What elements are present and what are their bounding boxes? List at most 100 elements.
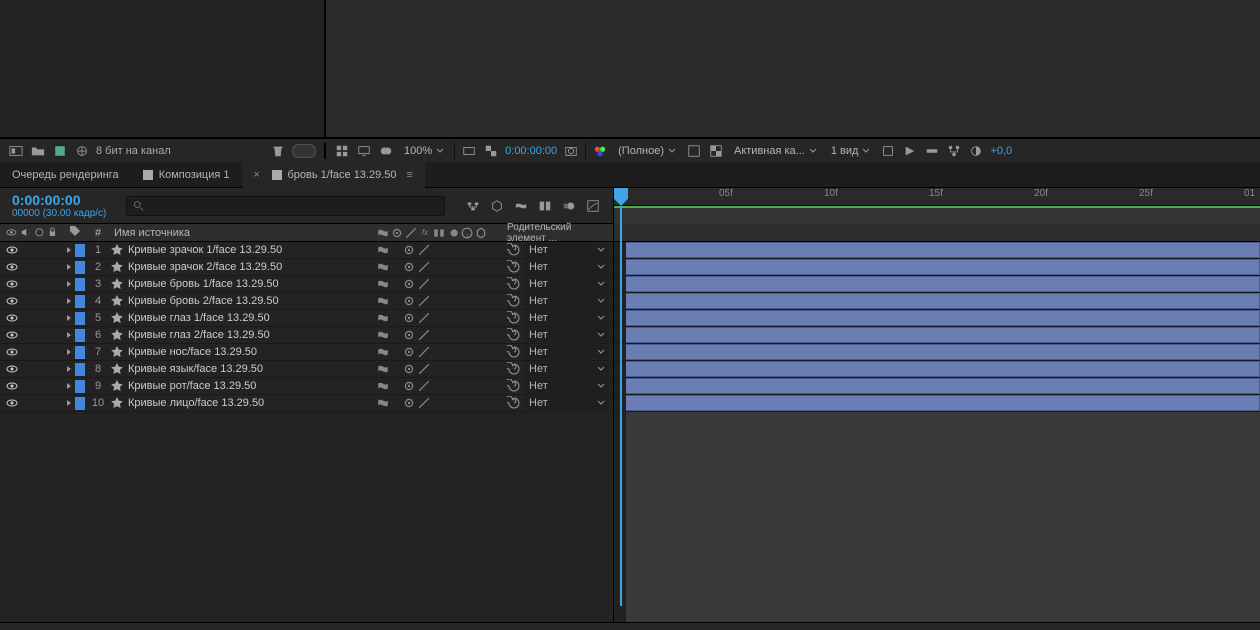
- quality-toggle[interactable]: [418, 244, 430, 256]
- layer-name[interactable]: Кривые лицо/face 13.29.50: [124, 397, 373, 409]
- layer-color-label[interactable]: [75, 363, 85, 376]
- reset-exposure-icon[interactable]: [968, 143, 984, 159]
- layer-name[interactable]: Кривые глаз 1/face 13.29.50: [124, 312, 373, 324]
- visibility-toggle[interactable]: [6, 295, 18, 307]
- expand-arrow-icon[interactable]: [65, 280, 73, 288]
- expand-arrow-icon[interactable]: [65, 348, 73, 356]
- layer-row[interactable]: 3 Кривые бровь 1/face 13.29.50 Нет: [0, 276, 1260, 293]
- layer-switches[interactable]: [373, 346, 503, 358]
- adjustment-icon[interactable]: [74, 143, 90, 159]
- layer-color-label[interactable]: [75, 312, 85, 325]
- layer-switches[interactable]: [373, 278, 503, 290]
- visibility-toggle[interactable]: [6, 329, 18, 341]
- quality-toggle[interactable]: [418, 380, 430, 392]
- visibility-header-icon[interactable]: [6, 227, 17, 239]
- collapse-toggle[interactable]: [403, 380, 415, 392]
- expand-arrow-icon[interactable]: [65, 246, 73, 254]
- visibility-toggle[interactable]: [6, 261, 18, 273]
- name-header[interactable]: Имя источника: [110, 227, 373, 239]
- timeline-icon[interactable]: [924, 143, 940, 159]
- layer-name[interactable]: Кривые бровь 1/face 13.29.50: [124, 278, 373, 290]
- collapse-toggle[interactable]: [403, 329, 415, 341]
- layer-duration-bar[interactable]: [626, 395, 1260, 411]
- collapse-toggle[interactable]: [403, 346, 415, 358]
- parent-dropdown[interactable]: Нет: [525, 277, 609, 291]
- shy-toggle[interactable]: [377, 329, 389, 341]
- expand-arrow-icon[interactable]: [65, 399, 73, 407]
- layer-row[interactable]: 8 Кривые язык/face 13.29.50 Нет: [0, 361, 1260, 378]
- layer-switches[interactable]: [373, 363, 503, 375]
- composition-icon[interactable]: [52, 143, 68, 159]
- parent-dropdown[interactable]: Нет: [525, 379, 609, 393]
- visibility-toggle[interactable]: [6, 312, 18, 324]
- motion-blur-icon[interactable]: [561, 198, 577, 214]
- pickwhip-icon[interactable]: [507, 379, 521, 393]
- resolution-dropdown[interactable]: (Полное): [614, 142, 680, 160]
- quality-toggle[interactable]: [418, 312, 430, 324]
- shy-toggle[interactable]: [377, 380, 389, 392]
- quality-toggle[interactable]: [418, 261, 430, 273]
- lock-header-icon[interactable]: [47, 227, 58, 239]
- visibility-toggle[interactable]: [6, 380, 18, 392]
- layer-search[interactable]: [126, 196, 445, 216]
- layer-switches[interactable]: [373, 312, 503, 324]
- layer-duration-bar[interactable]: [626, 259, 1260, 275]
- shy-toggle[interactable]: [377, 312, 389, 324]
- close-icon[interactable]: ×: [254, 169, 266, 181]
- tab-menu-icon[interactable]: ≡: [407, 169, 413, 181]
- views-dropdown[interactable]: 1 вид: [827, 142, 875, 160]
- composition-viewer[interactable]: [326, 0, 1260, 137]
- pickwhip-icon[interactable]: [507, 260, 521, 274]
- quality-toggle[interactable]: [418, 295, 430, 307]
- expand-arrow-icon[interactable]: [65, 365, 73, 373]
- shy-toggle[interactable]: [377, 244, 389, 256]
- layer-name[interactable]: Кривые глаз 2/face 13.29.50: [124, 329, 373, 341]
- pickwhip-icon[interactable]: [507, 345, 521, 359]
- current-time-display[interactable]: 0:00:00:00 00000 (30.00 кадр/с): [0, 192, 118, 219]
- layer-duration-bar[interactable]: [626, 344, 1260, 360]
- layer-switches[interactable]: [373, 397, 503, 409]
- layer-duration-bar[interactable]: [626, 242, 1260, 258]
- layer-row[interactable]: 6 Кривые глаз 2/face 13.29.50 Нет: [0, 327, 1260, 344]
- layer-switches[interactable]: [373, 329, 503, 341]
- layer-duration-bar[interactable]: [626, 327, 1260, 343]
- shy-toggle[interactable]: [377, 363, 389, 375]
- bit-depth-label[interactable]: 8 бит на канал: [96, 145, 171, 157]
- shy-toggle[interactable]: [377, 346, 389, 358]
- layer-switches[interactable]: [373, 380, 503, 392]
- work-area-bar[interactable]: [614, 206, 1260, 208]
- panel-icon[interactable]: [8, 143, 24, 159]
- shy-toggle[interactable]: [377, 295, 389, 307]
- layer-duration-bar[interactable]: [626, 378, 1260, 394]
- layer-name[interactable]: Кривые бровь 2/face 13.29.50: [124, 295, 373, 307]
- layer-name[interactable]: Кривые рот/face 13.29.50: [124, 380, 373, 392]
- pickwhip-icon[interactable]: [507, 328, 521, 342]
- layer-row[interactable]: 4 Кривые бровь 2/face 13.29.50 Нет: [0, 293, 1260, 310]
- roi-icon[interactable]: [686, 143, 702, 159]
- quality-toggle[interactable]: [418, 329, 430, 341]
- pickwhip-icon[interactable]: [507, 362, 521, 376]
- quality-toggle[interactable]: [418, 278, 430, 290]
- shy-toggle[interactable]: [377, 278, 389, 290]
- layer-duration-bar[interactable]: [626, 361, 1260, 377]
- resolution-icon[interactable]: [461, 143, 477, 159]
- layer-color-label[interactable]: [75, 261, 85, 274]
- expand-arrow-icon[interactable]: [65, 382, 73, 390]
- flowchart-icon[interactable]: [946, 143, 962, 159]
- layer-color-label[interactable]: [75, 346, 85, 359]
- transparent-grid-icon[interactable]: [708, 143, 724, 159]
- channel-icon[interactable]: [592, 143, 608, 159]
- expand-arrow-icon[interactable]: [65, 331, 73, 339]
- parent-dropdown[interactable]: Нет: [525, 345, 609, 359]
- parent-dropdown[interactable]: Нет: [525, 260, 609, 274]
- snapshot-icon[interactable]: [563, 143, 579, 159]
- collapse-toggle[interactable]: [403, 278, 415, 290]
- transparency-icon[interactable]: [483, 143, 499, 159]
- collapse-toggle[interactable]: [403, 244, 415, 256]
- expand-arrow-icon[interactable]: [65, 314, 73, 322]
- tab-composition-1[interactable]: Композиция 1: [131, 162, 242, 188]
- layer-switches[interactable]: [373, 261, 503, 273]
- exposure-value[interactable]: +0,0: [990, 145, 1012, 157]
- quality-toggle[interactable]: [418, 363, 430, 375]
- monitor-icon[interactable]: [356, 143, 372, 159]
